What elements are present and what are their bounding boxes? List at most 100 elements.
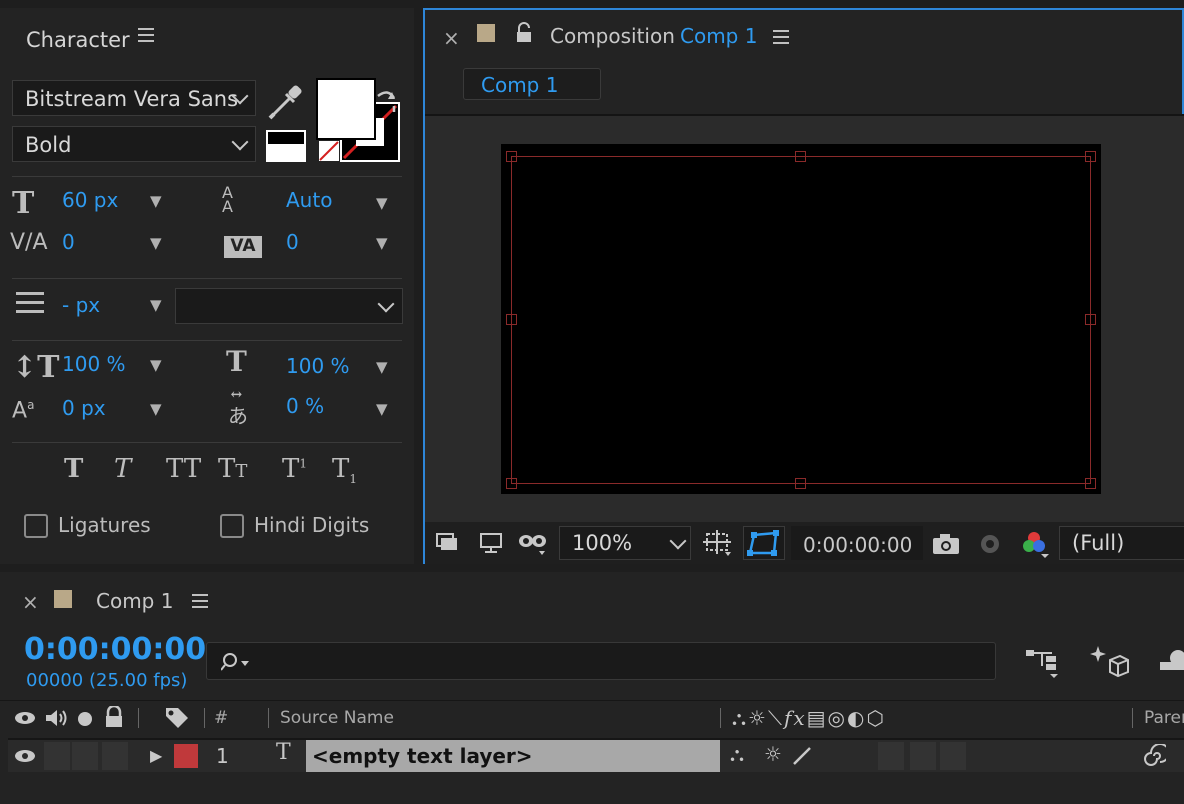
comp-color-swatch — [477, 24, 495, 42]
composition-panel: × Composition Comp 1 Comp 1 100% 0:00:00… — [423, 8, 1184, 564]
grid-guides-icon[interactable] — [703, 530, 735, 558]
column-parent-header: Parer — [1144, 708, 1184, 728]
swap-colors-icon[interactable] — [374, 88, 400, 114]
layer-visibility-icon[interactable] — [14, 748, 36, 764]
timeline-current-time[interactable]: 0:00:00:00 — [24, 632, 206, 667]
faux-bold-button[interactable]: T — [64, 454, 83, 484]
default-colors-icon[interactable] — [266, 130, 306, 162]
font-style-dropdown[interactable]: Bold — [12, 126, 256, 162]
solo-icon — [78, 712, 92, 726]
lock-switch[interactable] — [102, 742, 128, 770]
small-caps-button[interactable]: TT — [218, 454, 247, 484]
motion-blur-icon[interactable] — [1158, 648, 1184, 678]
3d-switch[interactable] — [940, 742, 966, 770]
transform-handle[interactable] — [1085, 151, 1096, 162]
kerning-dropdown-arrow[interactable]: ▼ — [150, 234, 162, 252]
solo-switch[interactable] — [72, 742, 98, 770]
stroke-type-dropdown[interactable] — [175, 288, 403, 324]
snapshot-camera-icon[interactable] — [931, 532, 961, 556]
panel-menu-icon[interactable] — [773, 30, 789, 44]
composition-canvas[interactable] — [501, 144, 1101, 494]
column-source-name-header[interactable]: Source Name — [280, 708, 394, 728]
parent-pick-whip-icon[interactable] — [1142, 744, 1166, 768]
transform-handle[interactable] — [506, 314, 517, 325]
adjustment-layer-icon: ◐ — [846, 706, 867, 730]
layer-label-color[interactable] — [174, 744, 198, 768]
collapse-switch[interactable]: ☼ — [764, 742, 782, 766]
always-preview-icon[interactable] — [435, 532, 461, 554]
all-caps-button[interactable]: TT — [166, 454, 201, 484]
leading-value[interactable]: Auto — [286, 188, 332, 212]
font-family-dropdown[interactable]: Bitstream Vera Sans — [12, 80, 256, 116]
eyedropper-icon[interactable] — [266, 82, 306, 122]
font-size-value[interactable]: 60 px — [62, 188, 118, 212]
close-icon[interactable]: × — [22, 590, 39, 614]
composition-viewer[interactable] — [425, 114, 1184, 524]
audio-switch[interactable] — [44, 742, 70, 770]
horizontal-scale-value[interactable]: 100 % — [286, 354, 350, 378]
fill-color-swatch[interactable] — [316, 78, 376, 140]
transform-handle[interactable] — [1085, 314, 1096, 325]
vertical-scale-dropdown-arrow[interactable]: ▼ — [150, 356, 162, 374]
stroke-width-dropdown-arrow[interactable]: ▼ — [150, 296, 162, 314]
leading-dropdown-arrow[interactable]: ▼ — [376, 194, 388, 212]
tsume-value[interactable]: 0 % — [286, 394, 324, 418]
title-action-safe-guide — [511, 156, 1091, 484]
transform-handle[interactable] — [506, 151, 517, 162]
table-row[interactable]: ▶ 1 T <empty text layer> ⛬ ☼ — [8, 738, 1184, 772]
tsume-dropdown-arrow[interactable]: ▼ — [376, 400, 388, 418]
kerning-value[interactable]: 0 — [62, 230, 75, 254]
mask-visibility-icon[interactable] — [517, 532, 549, 556]
composition-label: Composition — [550, 24, 675, 48]
expand-triangle-icon[interactable]: ▶ — [150, 746, 162, 765]
transform-handle[interactable] — [795, 151, 806, 162]
superscript-button[interactable]: T1 — [282, 454, 307, 484]
no-color-icon[interactable] — [318, 140, 340, 162]
close-icon[interactable]: × — [443, 26, 460, 50]
mask-path-toggle[interactable] — [743, 526, 785, 560]
baseline-shift-dropdown-arrow[interactable]: ▼ — [150, 400, 162, 418]
resolution-dropdown[interactable]: (Full) — [1059, 526, 1184, 560]
draft-3d-icon[interactable] — [1090, 642, 1130, 682]
transform-handle[interactable] — [1085, 478, 1096, 489]
font-size-dropdown-arrow[interactable]: ▼ — [150, 192, 162, 210]
panel-menu-icon[interactable] — [138, 28, 154, 42]
show-snapshot-icon[interactable] — [975, 532, 1005, 556]
adjustment-switch[interactable] — [910, 742, 936, 770]
timeline-comp-name[interactable]: Comp 1 — [96, 589, 173, 613]
layer-name-field[interactable]: <empty text layer> — [306, 740, 720, 772]
character-panel-title: Character — [26, 28, 130, 52]
layer-search-input[interactable] — [206, 642, 996, 680]
current-time-field[interactable]: 0:00:00:00 — [791, 526, 923, 560]
transform-handle[interactable] — [506, 478, 517, 489]
tracking-dropdown-arrow[interactable]: ▼ — [376, 234, 388, 252]
horizontal-scale-dropdown-arrow[interactable]: ▼ — [376, 358, 388, 376]
panel-menu-icon[interactable] — [192, 594, 208, 608]
ligatures-checkbox[interactable] — [24, 514, 48, 538]
tab-comp-1[interactable]: Comp 1 — [463, 68, 601, 100]
tsume-icon: あ — [228, 404, 248, 428]
faux-italic-button[interactable]: T — [114, 454, 131, 484]
comp-color-swatch — [54, 590, 72, 608]
stroke-width-value[interactable]: - px — [62, 293, 100, 317]
magnification-dropdown[interactable]: 100% — [559, 526, 691, 560]
baseline-shift-value[interactable]: 0 px — [62, 396, 106, 420]
shy-switch[interactable]: ⛬ — [730, 742, 744, 766]
subscript-button[interactable]: T1 — [332, 454, 357, 486]
rgb-channels-icon[interactable] — [1021, 530, 1051, 560]
layer-number: 1 — [216, 744, 229, 768]
tracking-icon: VA — [224, 236, 262, 258]
composition-flowchart-icon[interactable] — [1024, 646, 1062, 680]
quality-switch-icon[interactable] — [790, 744, 814, 768]
hindi-digits-checkbox[interactable] — [220, 514, 244, 538]
chevron-down-icon — [231, 133, 249, 151]
stroke-width-icon — [16, 292, 44, 313]
unlock-icon[interactable] — [515, 22, 535, 44]
audio-icon — [46, 710, 67, 726]
monitor-icon[interactable] — [479, 532, 503, 554]
tracking-value[interactable]: 0 — [286, 230, 299, 254]
transform-handle[interactable] — [795, 478, 806, 489]
quality-icon: ⟍ — [767, 706, 784, 730]
vertical-scale-value[interactable]: 100 % — [62, 352, 126, 376]
motion-blur-switch[interactable] — [878, 742, 904, 770]
